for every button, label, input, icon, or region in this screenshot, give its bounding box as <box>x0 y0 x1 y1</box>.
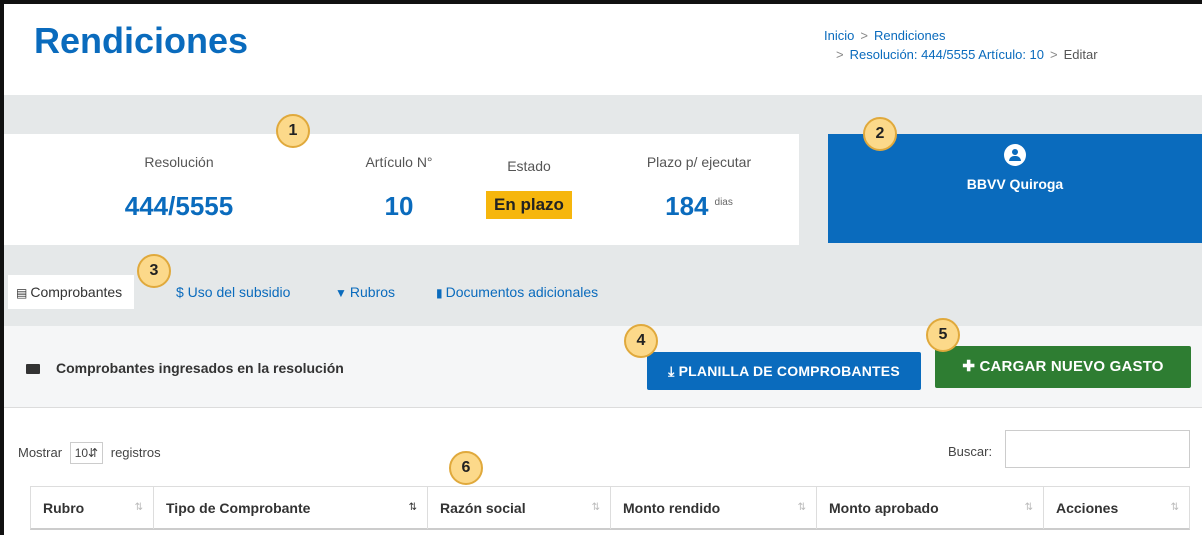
estado-label: Estado <box>507 158 551 174</box>
column-label: Monto rendido <box>623 500 721 516</box>
plazo-unit: dias <box>714 197 733 209</box>
breadcrumb: Inicio > Rendiciones > Resolución: 444/5555… <box>824 26 1098 64</box>
table-header: Rubro ⇅ Tipo de Comprobante ⇅ Razón social… <box>30 486 1190 530</box>
search-label: Buscar: <box>948 444 993 459</box>
plazo-label: Plazo p/ ejecutar <box>646 154 752 170</box>
tab-rubros[interactable]: ▼ Rubros <box>335 275 395 309</box>
column-header-acciones[interactable]: Acciones ⇅ <box>1044 487 1189 529</box>
tab-uso-label: $ Uso del subsidio <box>176 284 291 300</box>
sort-icon: ⇅ <box>797 502 806 513</box>
sort-asc-icon: ⇅ <box>408 502 417 513</box>
articulo-label: Artículo N° <box>365 154 433 170</box>
users-icon <box>1004 144 1026 166</box>
column-label: Acciones <box>1056 500 1119 516</box>
sort-icon: ⇅ <box>1170 502 1179 513</box>
page-title: Rendiciones <box>34 20 249 61</box>
cargar-button-label: CARGAR NUEVO GASTO <box>979 358 1164 375</box>
plazo-value: 184 dias <box>624 191 774 222</box>
resolucion-block: Resolución 444/5555 <box>84 154 274 222</box>
breadcrumb-separator: > <box>860 28 868 43</box>
planilla-button-label: PLANILLA DE COMPROBANTES <box>678 363 900 379</box>
callout-marker-1: 1 <box>276 114 310 148</box>
registros-label: registros <box>110 445 161 460</box>
column-label: Monto aprobado <box>829 500 939 516</box>
status-badge: En plazo <box>486 191 572 219</box>
breadcrumb-rendiciones-link[interactable]: Rendiciones <box>874 28 946 43</box>
organization-name: BBVV Quiroga <box>966 176 1064 192</box>
plazo-number: 184 <box>665 191 709 221</box>
column-header-monto-rendido[interactable]: Monto rendido ⇅ <box>611 487 817 529</box>
tab-uso-del-subsidio[interactable]: $ Uso del subsidio <box>176 275 290 309</box>
tab-documentos-label: Documentos adicionales <box>445 284 599 300</box>
sort-icon: ⇅ <box>591 502 600 513</box>
receipt-icon: ▤ <box>16 286 28 300</box>
breadcrumb-separator: > <box>836 47 844 62</box>
callout-marker-2: 2 <box>863 117 897 151</box>
callout-marker-5: 5 <box>926 318 960 352</box>
tab-rubros-label: Rubros <box>349 284 396 300</box>
resolucion-value: 444/5555 <box>124 191 234 221</box>
page-size-select[interactable]: 10⇵ <box>69 442 104 464</box>
page-size-value: 10 <box>74 446 89 460</box>
callout-marker-3: 3 <box>137 254 171 288</box>
breadcrumb-resolution-link[interactable]: Resolución: 444/5555 Artículo: 10 <box>850 47 1044 62</box>
search-input[interactable] <box>1005 430 1190 468</box>
mostrar-label: Mostrar <box>18 445 63 460</box>
filter-icon: ▼ <box>335 286 347 300</box>
breadcrumb-home-link[interactable]: Inicio <box>824 28 854 43</box>
section-header: Comprobantes ingresados en la resolución… <box>4 326 1202 408</box>
tab-documentos-adicionales[interactable]: ▮ Documentos adicionales <box>436 275 598 309</box>
page-size-control: Mostrar 10⇵ registros <box>18 442 161 464</box>
column-label: Razón social <box>440 500 526 516</box>
comprobantes-section: Comprobantes ingresados en la resolución… <box>4 326 1202 535</box>
section-title: Comprobantes ingresados en la resolución <box>26 360 344 376</box>
tab-comprobantes-label: Comprobantes <box>30 284 123 300</box>
estado-block: Estado En plazo <box>474 158 584 219</box>
resolucion-label: Resolución <box>144 154 214 170</box>
resolution-info-card: Resolución 444/5555 Artículo N° 10 Estad… <box>4 134 799 245</box>
column-label: Tipo de Comprobante <box>166 500 311 516</box>
column-label: Rubro <box>43 500 85 516</box>
planilla-comprobantes-button[interactable]: ⤓ PLANILLA DE COMPROBANTES <box>647 352 921 390</box>
articulo-value: 10 <box>384 191 414 221</box>
folder-open-icon <box>26 364 40 374</box>
sort-icon: ⇅ <box>134 502 143 513</box>
sort-icon: ⇅ <box>1024 502 1033 513</box>
column-header-tipo[interactable]: Tipo de Comprobante ⇅ <box>154 487 428 529</box>
articulo-block: Artículo N° 10 <box>344 154 454 222</box>
cargar-nuevo-gasto-button[interactable]: ✚ CARGAR NUEVO GASTO <box>935 346 1191 388</box>
tab-comprobantes[interactable]: ▤ Comprobantes <box>8 275 135 309</box>
plus-icon: ✚ <box>962 358 976 375</box>
breadcrumb-current: Editar <box>1063 47 1098 62</box>
plazo-block: Plazo p/ ejecutar 184 dias <box>624 154 774 222</box>
page-header: Rendiciones Inicio > Rendiciones > Resoluci… <box>4 4 1202 95</box>
column-header-razon-social[interactable]: Razón social ⇅ <box>428 487 611 529</box>
callout-marker-6: 6 <box>449 451 483 485</box>
tab-bar: ▤ Comprobantes $ Uso del subsidio ▼ Rubros… <box>4 275 704 309</box>
callout-marker-4: 4 <box>624 324 658 358</box>
column-header-rubro[interactable]: Rubro ⇅ <box>31 487 154 529</box>
section-title-text: Comprobantes ingresados en la resolución <box>56 360 344 376</box>
download-icon: ⤓ <box>668 363 675 379</box>
file-icon: ▮ <box>436 286 443 300</box>
breadcrumb-separator: > <box>1050 47 1058 62</box>
column-header-monto-aprobado[interactable]: Monto aprobado ⇅ <box>817 487 1044 529</box>
